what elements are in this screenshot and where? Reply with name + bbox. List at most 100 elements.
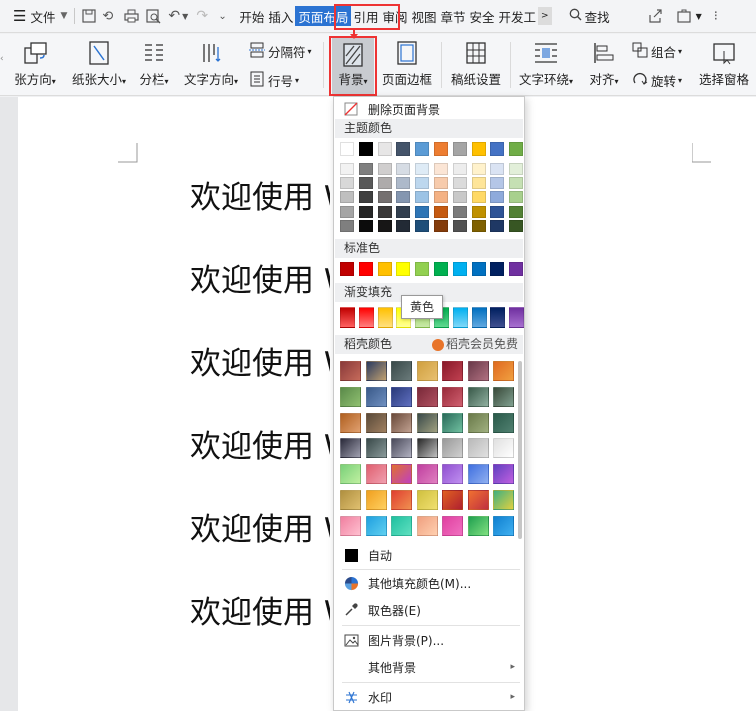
remove-background-item[interactable]: 删除页面背景 [335,97,523,121]
gradient-swatch[interactable] [452,307,468,328]
separator-button[interactable]: 分隔符 ▾ [249,40,312,62]
gradient-swatch[interactable] [358,307,374,328]
theme-shade-swatch[interactable] [358,163,373,175]
docer-gradient-swatch[interactable] [365,490,387,510]
other-background-item[interactable]: 其他背景 ▸ [335,655,523,679]
docer-gradient-swatch[interactable] [467,464,489,485]
docer-gradient-swatch[interactable] [391,412,412,433]
theme-shade-swatch[interactable] [415,163,430,175]
docer-gradient-swatch[interactable] [467,490,489,510]
theme-shade-swatch[interactable] [490,177,505,190]
docer-gradient-swatch[interactable] [442,464,463,485]
theme-color-swatch[interactable] [509,142,524,156]
theme-shade-swatch[interactable] [509,219,524,232]
docer-gradient-swatch[interactable] [442,490,463,510]
print-icon[interactable] [121,0,143,33]
docer-gradient-swatch[interactable] [493,464,514,485]
more-tabs-button[interactable]: > [538,7,552,25]
theme-shade-swatch[interactable] [377,191,392,204]
standard-color-swatch[interactable] [377,262,392,276]
docer-gradient-swatch[interactable] [416,386,438,407]
text-wrap-button[interactable]: 文字环绕▾ [516,34,576,96]
paper-size-button[interactable]: 纸张大小▾ [68,34,130,96]
tab-4[interactable]: 审阅 [380,5,409,27]
undo-history-icon[interactable]: ⟲ [99,0,121,33]
theme-color-swatch[interactable] [415,142,430,156]
docer-gradient-swatch[interactable] [467,386,489,407]
undo-icon[interactable]: ↶ ▼ [165,0,193,33]
selection-pane-button[interactable]: 选择窗格 [696,34,752,96]
help-icon[interactable]: ⁝ [711,0,721,33]
theme-shade-swatch[interactable] [340,219,354,232]
picture-background-item[interactable]: 图片背景(P)... [335,628,523,652]
theme-shade-swatch[interactable] [490,219,505,232]
theme-shade-swatch[interactable] [340,191,354,204]
theme-shade-swatch[interactable] [415,219,430,232]
tab-6[interactable]: 章节 [438,5,467,27]
save-icon[interactable] [79,0,99,33]
theme-shade-swatch[interactable] [434,177,448,190]
standard-color-swatch[interactable] [358,262,373,276]
theme-color-swatch[interactable] [340,142,354,156]
standard-color-swatch[interactable] [452,262,467,276]
tab-2[interactable]: 页面布局 [295,6,352,26]
orientation-button[interactable]: 张方向▾ [10,34,60,96]
theme-shade-swatch[interactable] [509,191,524,204]
docer-gradient-swatch[interactable] [416,490,438,510]
docer-gradient-swatch[interactable] [467,515,489,536]
line-number-button[interactable]: 行号 ▾ [249,69,299,91]
theme-shade-swatch[interactable] [396,219,411,232]
theme-shade-swatch[interactable] [509,177,524,190]
file-menu[interactable]: ☰ 文件 ▼ [10,0,70,33]
theme-shade-swatch[interactable] [396,177,411,190]
theme-color-swatch[interactable] [377,142,392,156]
docer-gradient-swatch[interactable] [493,412,514,433]
docer-gradient-swatch[interactable] [467,412,489,433]
gradient-swatch[interactable] [490,307,506,328]
docer-gradient-swatch[interactable] [391,386,412,407]
docer-gradient-swatch[interactable] [442,361,463,381]
docer-gradient-swatch[interactable] [365,386,387,407]
docer-gradient-swatch[interactable] [493,438,514,459]
docer-scrollbar[interactable] [518,361,522,539]
theme-shade-swatch[interactable] [377,219,392,232]
theme-shade-swatch[interactable] [490,191,505,204]
more-icon[interactable]: ⌄ [215,0,233,33]
docer-gradient-swatch[interactable] [416,412,438,433]
theme-shade-swatch[interactable] [434,191,448,204]
tab-7[interactable]: 安全 [468,5,497,27]
docer-gradient-swatch[interactable] [416,464,438,485]
page-border-button[interactable]: 页面边框 [380,34,434,96]
print-preview-icon[interactable] [143,0,165,33]
theme-shade-swatch[interactable] [490,163,505,175]
docer-gradient-swatch[interactable] [442,386,463,407]
gradient-swatch[interactable] [509,307,525,328]
docer-gradient-swatch[interactable] [391,361,412,381]
theme-color-swatch[interactable] [452,142,467,156]
theme-shade-swatch[interactable] [415,205,430,218]
docer-gradient-swatch[interactable] [340,490,361,510]
gradient-swatch[interactable] [340,307,355,328]
docer-gradient-swatch[interactable] [493,361,514,381]
docer-gradient-swatch[interactable] [340,361,361,381]
theme-shade-swatch[interactable] [396,205,411,218]
tab-1[interactable]: 插入 [266,5,295,27]
docer-gradient-swatch[interactable] [365,515,387,536]
columns-button[interactable]: 分栏▾ [134,34,174,96]
theme-shade-swatch[interactable] [358,205,373,218]
theme-shade-swatch[interactable] [377,163,392,175]
docer-gradient-swatch[interactable] [340,438,361,459]
tab-0[interactable]: 开始 [237,5,266,27]
paper-setup-button[interactable]: 稿纸设置 [448,34,504,96]
standard-color-swatch[interactable] [434,262,448,276]
docer-gradient-swatch[interactable] [365,438,387,459]
standard-color-swatch[interactable] [415,262,430,276]
theme-shade-swatch[interactable] [340,177,354,190]
theme-shade-swatch[interactable] [358,191,373,204]
standard-color-swatch[interactable] [509,262,524,276]
share-icon[interactable] [645,0,666,33]
standard-color-swatch[interactable] [490,262,505,276]
docer-gradient-swatch[interactable] [467,361,489,381]
theme-shade-swatch[interactable] [377,205,392,218]
background-button[interactable]: 背景▾ [332,38,374,94]
